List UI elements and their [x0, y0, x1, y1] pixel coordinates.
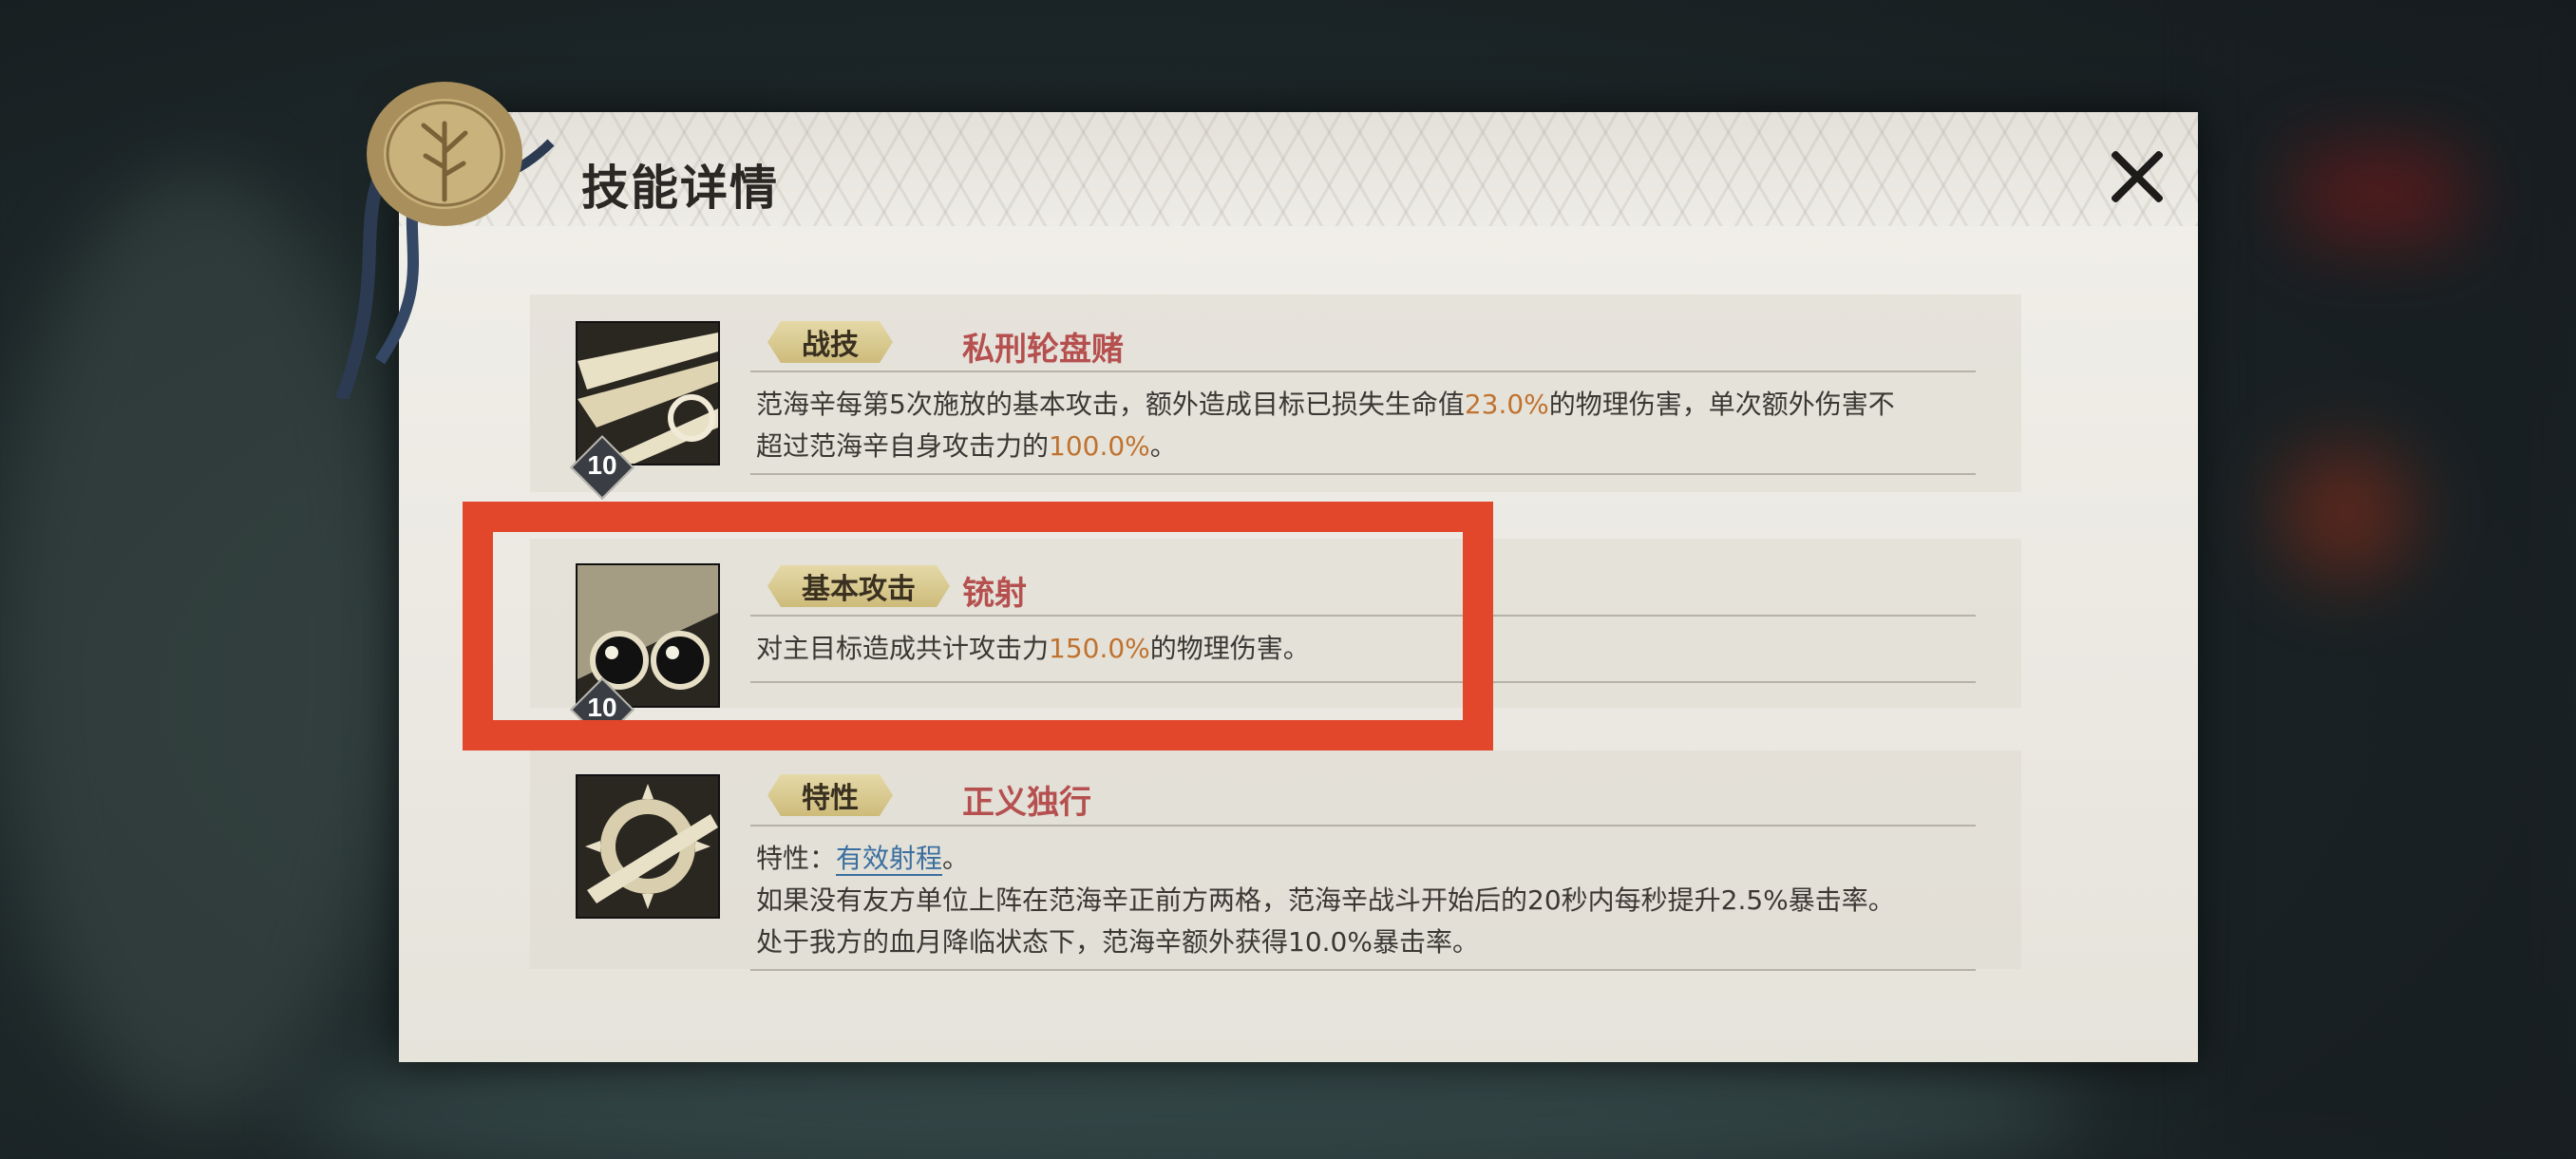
skill-description: 特性：有效射程。 如果没有友方单位上阵在范海辛正前方两格，范海辛战斗开始后的20… [756, 838, 1991, 963]
effective-range-link[interactable]: 有效射程 [836, 843, 943, 876]
close-button[interactable] [2099, 139, 2175, 215]
divider [750, 370, 1976, 372]
desc-text: 。 [942, 843, 970, 874]
desc-text: 如果没有友方单位上阵在范海辛正前方两格，范海辛战斗开始后的20秒内每秒提升2.5… [756, 884, 1895, 916]
desc-text: 范海辛每第5次施放的基本攻击，额外造成目标已损失生命值 [756, 389, 1465, 420]
desc-text: 的物理伤害，单次额外伤害不 [1548, 389, 1895, 420]
desc-text: 特性： [756, 843, 837, 874]
panel-title: 技能详情 [581, 160, 779, 216]
rifle-emblem-icon [578, 776, 718, 917]
skill-description: 范海辛每第5次施放的基本攻击，额外造成目标已损失生命值23.0%的物理伤害，单次… [756, 384, 1991, 467]
desc-value: 100.0% [1049, 430, 1150, 462]
divider [750, 825, 1976, 826]
desc-text: 超过范海辛自身攻击力的 [756, 430, 1050, 462]
wax-seal-icon [367, 82, 522, 226]
divider [750, 969, 1976, 971]
desc-text: 。 [1149, 430, 1177, 462]
skill-icon-frame [576, 774, 720, 919]
skill-row-battle-skill[interactable]: 10 战技 私刑轮盘赌 范海辛每第5次施放的基本攻击，额外造成目标已损失生命值2… [530, 294, 2021, 500]
skill-type-tag: 特性 [767, 774, 893, 816]
highlight-annotation-box [463, 502, 1493, 750]
divider [750, 473, 1976, 475]
skill-level-text: 10 [587, 450, 617, 480]
background-red-element [2299, 152, 2460, 238]
skill-name: 私刑轮盘赌 [962, 331, 1124, 369]
desc-text: 处于我方的血月降临状态下，范海辛额外获得10.0%暴击率。 [756, 926, 1479, 958]
skill-row-trait[interactable]: 特性 正义独行 特性：有效射程。 如果没有友方单位上阵在范海辛正前方两格，范海辛… [530, 750, 2021, 971]
skill-type-tag: 战技 [767, 321, 893, 363]
skill-name: 正义独行 [962, 784, 1091, 822]
desc-value: 23.0% [1464, 389, 1549, 420]
background-orb [2280, 446, 2413, 580]
